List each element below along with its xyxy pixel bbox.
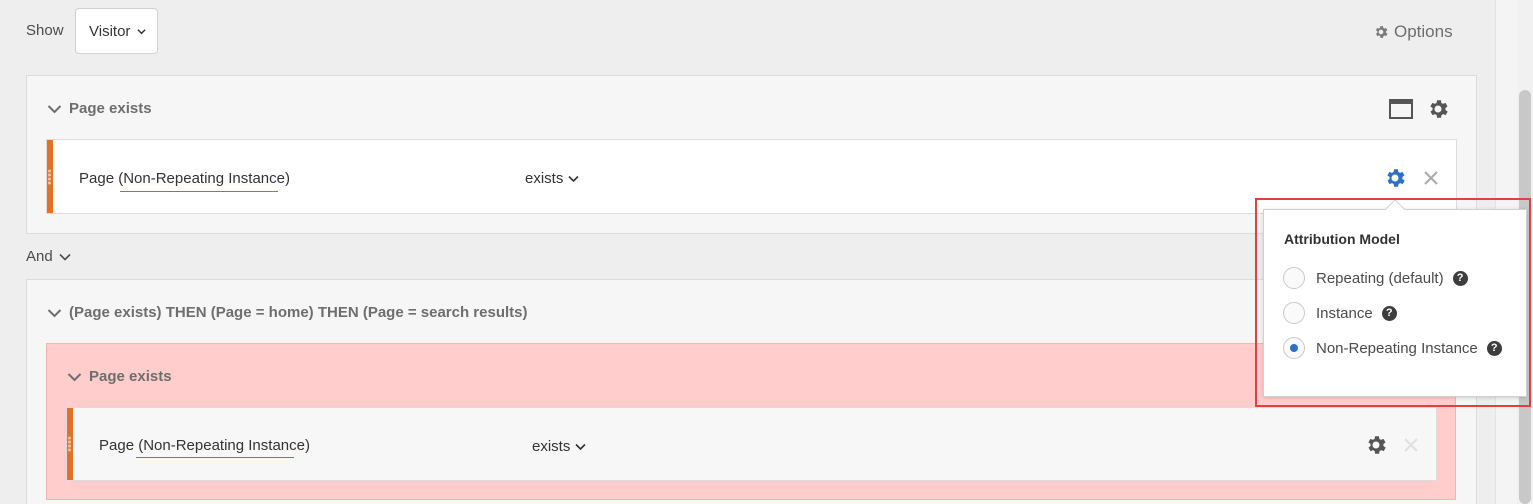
container-title: Page exists xyxy=(69,100,152,117)
nested-container-header[interactable]: Page exists xyxy=(67,368,172,385)
logic-operator-label: And xyxy=(26,248,53,265)
attribution-option-instance[interactable]: Instance ? xyxy=(1283,302,1397,324)
operator-label: exists xyxy=(532,438,571,455)
show-label: Show xyxy=(26,22,64,39)
radio-button-selected[interactable] xyxy=(1283,337,1305,359)
help-icon[interactable]: ? xyxy=(1381,305,1397,321)
popover-title: Attribution Model xyxy=(1284,231,1400,247)
spellcheck-underline xyxy=(136,457,294,458)
chevron-down-icon[interactable] xyxy=(47,308,62,318)
logic-operator-dropdown[interactable]: And xyxy=(26,248,71,265)
close-icon xyxy=(1424,171,1438,185)
chevron-down-icon xyxy=(59,253,71,261)
gear-icon xyxy=(1430,100,1448,118)
options-label: Options xyxy=(1394,22,1453,41)
drag-dots-icon xyxy=(68,436,72,453)
options-button[interactable]: Options xyxy=(1373,22,1453,42)
operator-dropdown[interactable]: exists xyxy=(532,438,586,455)
nested-container-title: Page exists xyxy=(89,368,172,385)
container-header[interactable]: (Page exists) THEN (Page = home) THEN (P… xyxy=(47,304,527,321)
help-icon[interactable]: ? xyxy=(1486,340,1502,356)
rule-settings-button[interactable] xyxy=(1383,166,1407,190)
show-select[interactable]: Visitor xyxy=(75,8,158,54)
drag-dots-icon xyxy=(48,168,52,185)
drag-handle[interactable] xyxy=(47,140,53,213)
window-icon xyxy=(1389,99,1413,119)
help-icon[interactable]: ? xyxy=(1452,270,1468,286)
operator-dropdown[interactable]: exists xyxy=(525,170,579,187)
container-header[interactable]: Page exists xyxy=(47,100,152,117)
rule-settings-button[interactable] xyxy=(1364,433,1388,457)
spellcheck-underline xyxy=(120,191,278,192)
gear-icon xyxy=(1375,26,1388,38)
chevron-down-icon xyxy=(137,28,147,34)
rule-dimension[interactable]: Page (Non-Repeating Instance) xyxy=(79,170,290,187)
close-icon xyxy=(1404,438,1418,452)
attribution-option-repeating[interactable]: Repeating (default) ? xyxy=(1283,267,1468,289)
attribution-option-non-repeating[interactable]: Non-Repeating Instance ? xyxy=(1283,337,1502,359)
show-select-value: Visitor xyxy=(89,22,131,40)
attribution-option-label: Repeating (default) xyxy=(1316,269,1444,287)
gear-icon xyxy=(1387,169,1405,187)
rule-dimension[interactable]: Page (Non-Repeating Instance) xyxy=(99,437,310,454)
chevron-down-icon xyxy=(575,443,586,450)
radio-button[interactable] xyxy=(1283,302,1305,324)
chevron-down-icon[interactable] xyxy=(67,372,82,382)
chevron-down-icon xyxy=(568,175,579,182)
operator-label: exists xyxy=(525,170,564,187)
chevron-down-icon[interactable] xyxy=(47,104,62,114)
remove-rule-button[interactable] xyxy=(1423,170,1439,186)
container-title: (Page exists) THEN (Page = home) THEN (P… xyxy=(69,304,528,321)
gear-icon xyxy=(1368,436,1386,454)
attribution-option-label: Instance xyxy=(1316,304,1373,322)
container-settings-button[interactable] xyxy=(1426,97,1450,121)
attribution-option-label: Non-Repeating Instance xyxy=(1316,339,1478,357)
radio-button[interactable] xyxy=(1283,267,1305,289)
remove-rule-button[interactable] xyxy=(1403,437,1419,453)
drag-handle[interactable] xyxy=(67,408,73,480)
container-view-button[interactable] xyxy=(1389,98,1413,120)
